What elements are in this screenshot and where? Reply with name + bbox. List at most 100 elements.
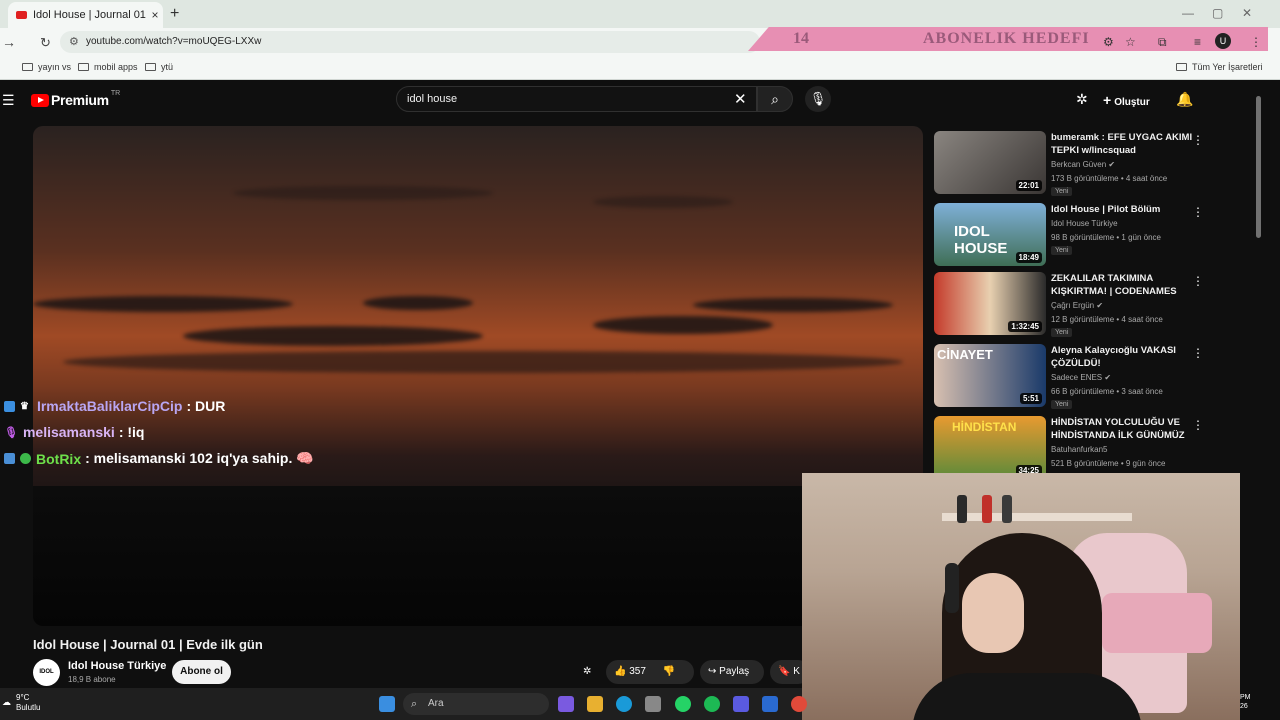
video-thumbnail[interactable]: HİNDİSTAN 34:25 [934,416,1046,479]
bookmark-folder[interactable]: ytü [145,62,173,72]
system-clock[interactable]: PM 26 [1240,693,1251,711]
folder-icon [78,63,89,71]
video-thumbnail[interactable]: 1:32:45 [934,272,1046,335]
browser-tab[interactable]: Idol House | Journal 01 | Evde ilk g × [8,2,163,28]
crown-icon: ♛ [20,400,29,412]
teams-icon[interactable] [733,696,749,712]
video-thumbnail[interactable]: 22:01 [934,131,1046,194]
cloud [183,326,483,346]
more-options-icon[interactable]: ⋮ [1192,346,1204,360]
thumbnail-text: CİNAYET [937,347,993,362]
video-thumbnail[interactable]: CİNAYET 5:51 [934,344,1046,407]
shelf-figure [957,495,967,523]
create-button[interactable]: + Oluştur [1103,92,1150,108]
chat-message: 🎙 melisamanski : !iq [4,424,144,440]
spotify-icon[interactable] [704,696,720,712]
media-control-icon[interactable]: ≡ [1194,35,1201,49]
folder-icon [145,63,156,71]
profile-avatar[interactable]: U [1215,33,1231,49]
edge-browser-icon[interactable] [616,696,632,712]
verified-icon: ✔ [1096,301,1104,310]
maximize-icon[interactable]: ▢ [1212,6,1223,20]
youtube-logo[interactable]: Premium TR [31,90,120,108]
cloud [363,296,473,310]
close-window-icon[interactable]: ✕ [1242,6,1252,20]
taskbar-search[interactable]: ⌕ Ara [403,693,549,715]
clear-search-icon[interactable]: ✕ [734,90,747,108]
more-options-icon[interactable]: ⋮ [1192,418,1204,432]
more-options-icon[interactable]: ⋮ [1192,133,1204,147]
store-icon[interactable] [645,696,661,712]
recommended-video[interactable]: 1:32:45 ZEKALILAR TAKIMINA KIŞKIRTMA! | … [934,272,1244,338]
reload-icon[interactable]: ↻ [40,35,51,51]
menu-icon[interactable]: ☰ [2,92,15,109]
chrome-icon[interactable] [791,696,807,712]
new-tab-button[interactable]: + [170,5,179,23]
chat-message: BotRix : melisamanski 102 iq'ya sahip. 🧠 [4,450,314,467]
browser-menu-icon[interactable]: ⋮ [1250,35,1262,49]
channel-name[interactable]: Çağrı Ergün ✔ [1051,301,1103,310]
recommended-video[interactable]: CİNAYET 5:51 Aleyna Kalaycıoğlu VAKASI ÇÖ… [934,344,1244,410]
chat-text: : DUR [186,398,226,414]
bookmark-icon: 🔖 [778,666,791,677]
whatsapp-icon[interactable] [675,696,691,712]
address-bar[interactable]: ⚙ youtube.com/watch?v=moUQEG-LXXw [60,31,760,53]
channel-name[interactable]: Batuhanfurkan5 [1051,445,1108,454]
search-button[interactable]: ⌕ [757,86,793,112]
video-title[interactable]: Aleyna Kalaycıoğlu VAKASI ÇÖZÜLDÜ! [1051,344,1201,370]
channel-name[interactable]: Berkcan Güven ✔ [1051,160,1115,169]
extension-gear-icon[interactable]: ✲ [583,660,603,684]
all-bookmarks-folder[interactable]: Tüm Yer İşaretleri [1176,62,1263,72]
pillow [1102,593,1212,653]
file-explorer-icon[interactable] [587,696,603,712]
dislike-button[interactable]: 👎 [663,666,675,677]
thumbnail-text: HİNDİSTAN [952,420,1017,434]
city-silhouette [33,486,923,626]
extension-gear-icon[interactable]: ✲ [1076,91,1088,108]
close-tab-icon[interactable]: × [147,8,163,22]
chat-username: BotRix [36,450,82,467]
channel-name[interactable]: Idol House Türkiye [68,660,166,672]
recommended-video[interactable]: IDOL HOUSE 18:49 Idol House | Pilot Bölüm… [934,203,1244,269]
channel-name[interactable]: Idol House Türkiye [1051,219,1118,228]
site-info-icon[interactable]: ⚙ [69,31,79,53]
bookmark-folder[interactable]: yayın vs [22,62,71,72]
goal-count: 14 [793,30,809,47]
subscriber-count: 18,9 B abone [68,675,116,684]
video-title[interactable]: bumeramk : EFE UYGAC AKIMI TEPKI w/lincs… [1051,131,1201,157]
video-title[interactable]: Idol House | Pilot Bölüm [1051,203,1201,216]
streamer-face [962,573,1024,653]
bookmark-star-icon[interactable]: ☆ [1125,35,1136,49]
recommended-video[interactable]: 22:01 bumeramk : EFE UYGAC AKIMI TEPKI w… [934,131,1244,197]
extension-icon[interactable]: ⚙ [1103,35,1114,49]
notifications-bell-icon[interactable]: 🔔 [1176,91,1193,108]
back-arrow-icon[interactable]: → [2,34,16,50]
shelf-figure [982,495,992,523]
new-badge: Yeni [1051,400,1073,409]
channel-name[interactable]: Sadece ENES ✔ [1051,373,1111,382]
video-title[interactable]: ZEKALILAR TAKIMINA KIŞKIRTMA! | CODENAME… [1051,272,1201,298]
page-scrollbar[interactable] [1256,96,1261,238]
video-duration: 22:01 [1015,180,1042,191]
subscribe-button[interactable]: Abone ol [172,660,231,684]
screen: { "browser": { "tab_title": "Idol House … [0,0,1280,720]
windows-start-icon[interactable] [379,696,395,712]
share-button[interactable]: ↪ Paylaş [700,660,764,684]
search-input[interactable]: idol house [396,86,757,112]
app-icon[interactable] [762,696,778,712]
bookmark-folder[interactable]: mobil apps [78,62,138,72]
more-options-icon[interactable]: ⋮ [1192,274,1204,288]
new-badge: Yeni [1051,246,1073,255]
video-thumbnail[interactable]: IDOL HOUSE 18:49 [934,203,1046,266]
like-button[interactable]: 👍 357 [614,666,646,677]
weather-widget[interactable]: ☁ 9°C Bulutlu [2,693,40,713]
minimize-icon[interactable]: — [1182,6,1194,20]
video-player[interactable] [33,126,923,626]
more-options-icon[interactable]: ⋮ [1192,205,1204,219]
extensions-puzzle-icon[interactable]: ⧉ [1158,35,1167,50]
copilot-icon[interactable] [558,696,574,712]
chat-username: melisamanski [22,424,115,440]
voice-search-button[interactable]: 🎙 [805,86,831,112]
video-title[interactable]: HİNDİSTAN YOLCULUĞU VE HİNDİSTANDA İLK G… [1051,416,1201,442]
channel-avatar[interactable]: IDOL [33,659,60,686]
